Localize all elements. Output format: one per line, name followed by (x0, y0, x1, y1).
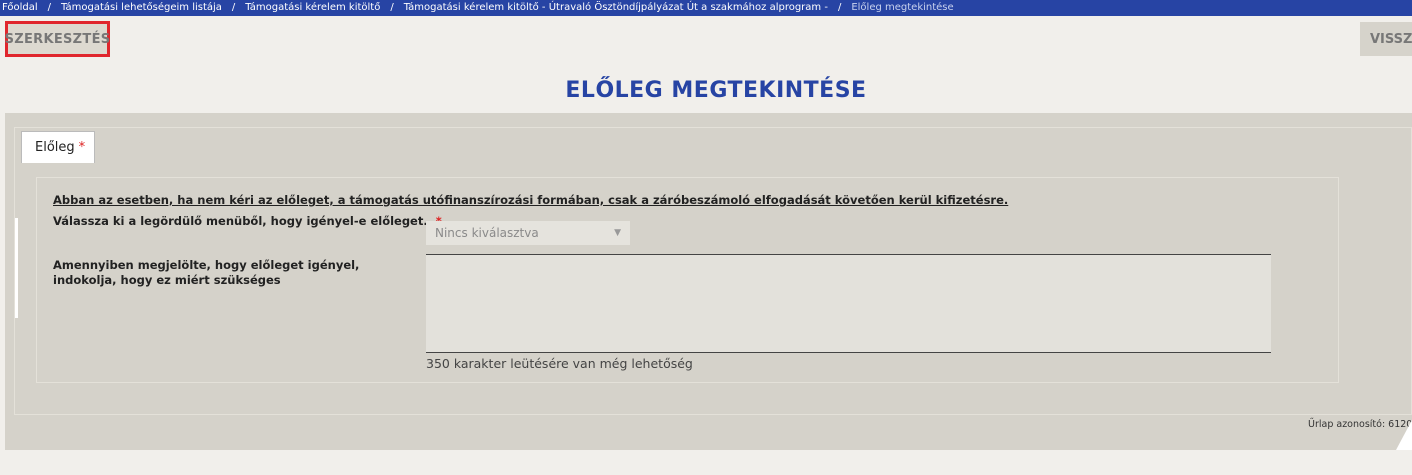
breadcrumb-support-list-link[interactable]: Támogatási lehetőségeim listája (61, 0, 222, 16)
caret-down-icon: ▼ (614, 228, 621, 238)
notice-text: Abban az esetben, ha nem kéri az előlege… (53, 193, 1009, 207)
tab-advance[interactable]: Előleg * (21, 131, 95, 163)
breadcrumb-current: Előleg megtekintése (851, 2, 954, 13)
breadcrumb-separator: / (390, 2, 394, 13)
form-section: Abban az esetben, ha nem kéri az előlege… (36, 177, 1339, 383)
form-id: Űrlap azonosító: 6120 (1308, 419, 1412, 430)
breadcrumb-home-link[interactable]: Főoldal (2, 0, 38, 16)
breadcrumb-program-link[interactable]: Támogatási kérelem kitöltő - Útravaló Ös… (404, 0, 828, 16)
form-panel: Előleg * Abban az esetben, ha nem kéri az… (5, 113, 1412, 450)
edit-button[interactable]: SZERKESZTÉS (5, 21, 110, 57)
back-button[interactable]: VISSZA (1360, 22, 1412, 56)
justification-textarea[interactable] (426, 254, 1271, 353)
page-title: ELŐLEG MEGTEKINTÉSE (565, 78, 867, 103)
breadcrumb: Főoldal / Támogatási lehetőségeim listája /… (0, 0, 1412, 16)
section-indicator (15, 218, 18, 318)
character-counter: 350 karakter leütésére van még lehetőség (426, 356, 693, 371)
breadcrumb-separator: / (231, 2, 236, 13)
justification-label: Amennyiben megjelölte, hogy előleget igé… (53, 258, 360, 287)
required-marker: * (78, 140, 86, 155)
advance-select-label: Válassza ki a legördülő menüből, hogy ig… (53, 214, 442, 228)
advance-select[interactable]: Nincs kiválasztva ▼ (426, 221, 630, 245)
breadcrumb-application-filler-link[interactable]: Támogatási kérelem kitöltő (245, 0, 380, 16)
tab-label: Előleg (35, 140, 75, 155)
advance-select-value: Nincs kiválasztva (435, 226, 539, 240)
advance-select-label-text: Válassza ki a legördülő menüből, hogy ig… (53, 214, 428, 228)
breadcrumb-separator: / (47, 2, 52, 13)
breadcrumb-separator: / (837, 2, 842, 13)
